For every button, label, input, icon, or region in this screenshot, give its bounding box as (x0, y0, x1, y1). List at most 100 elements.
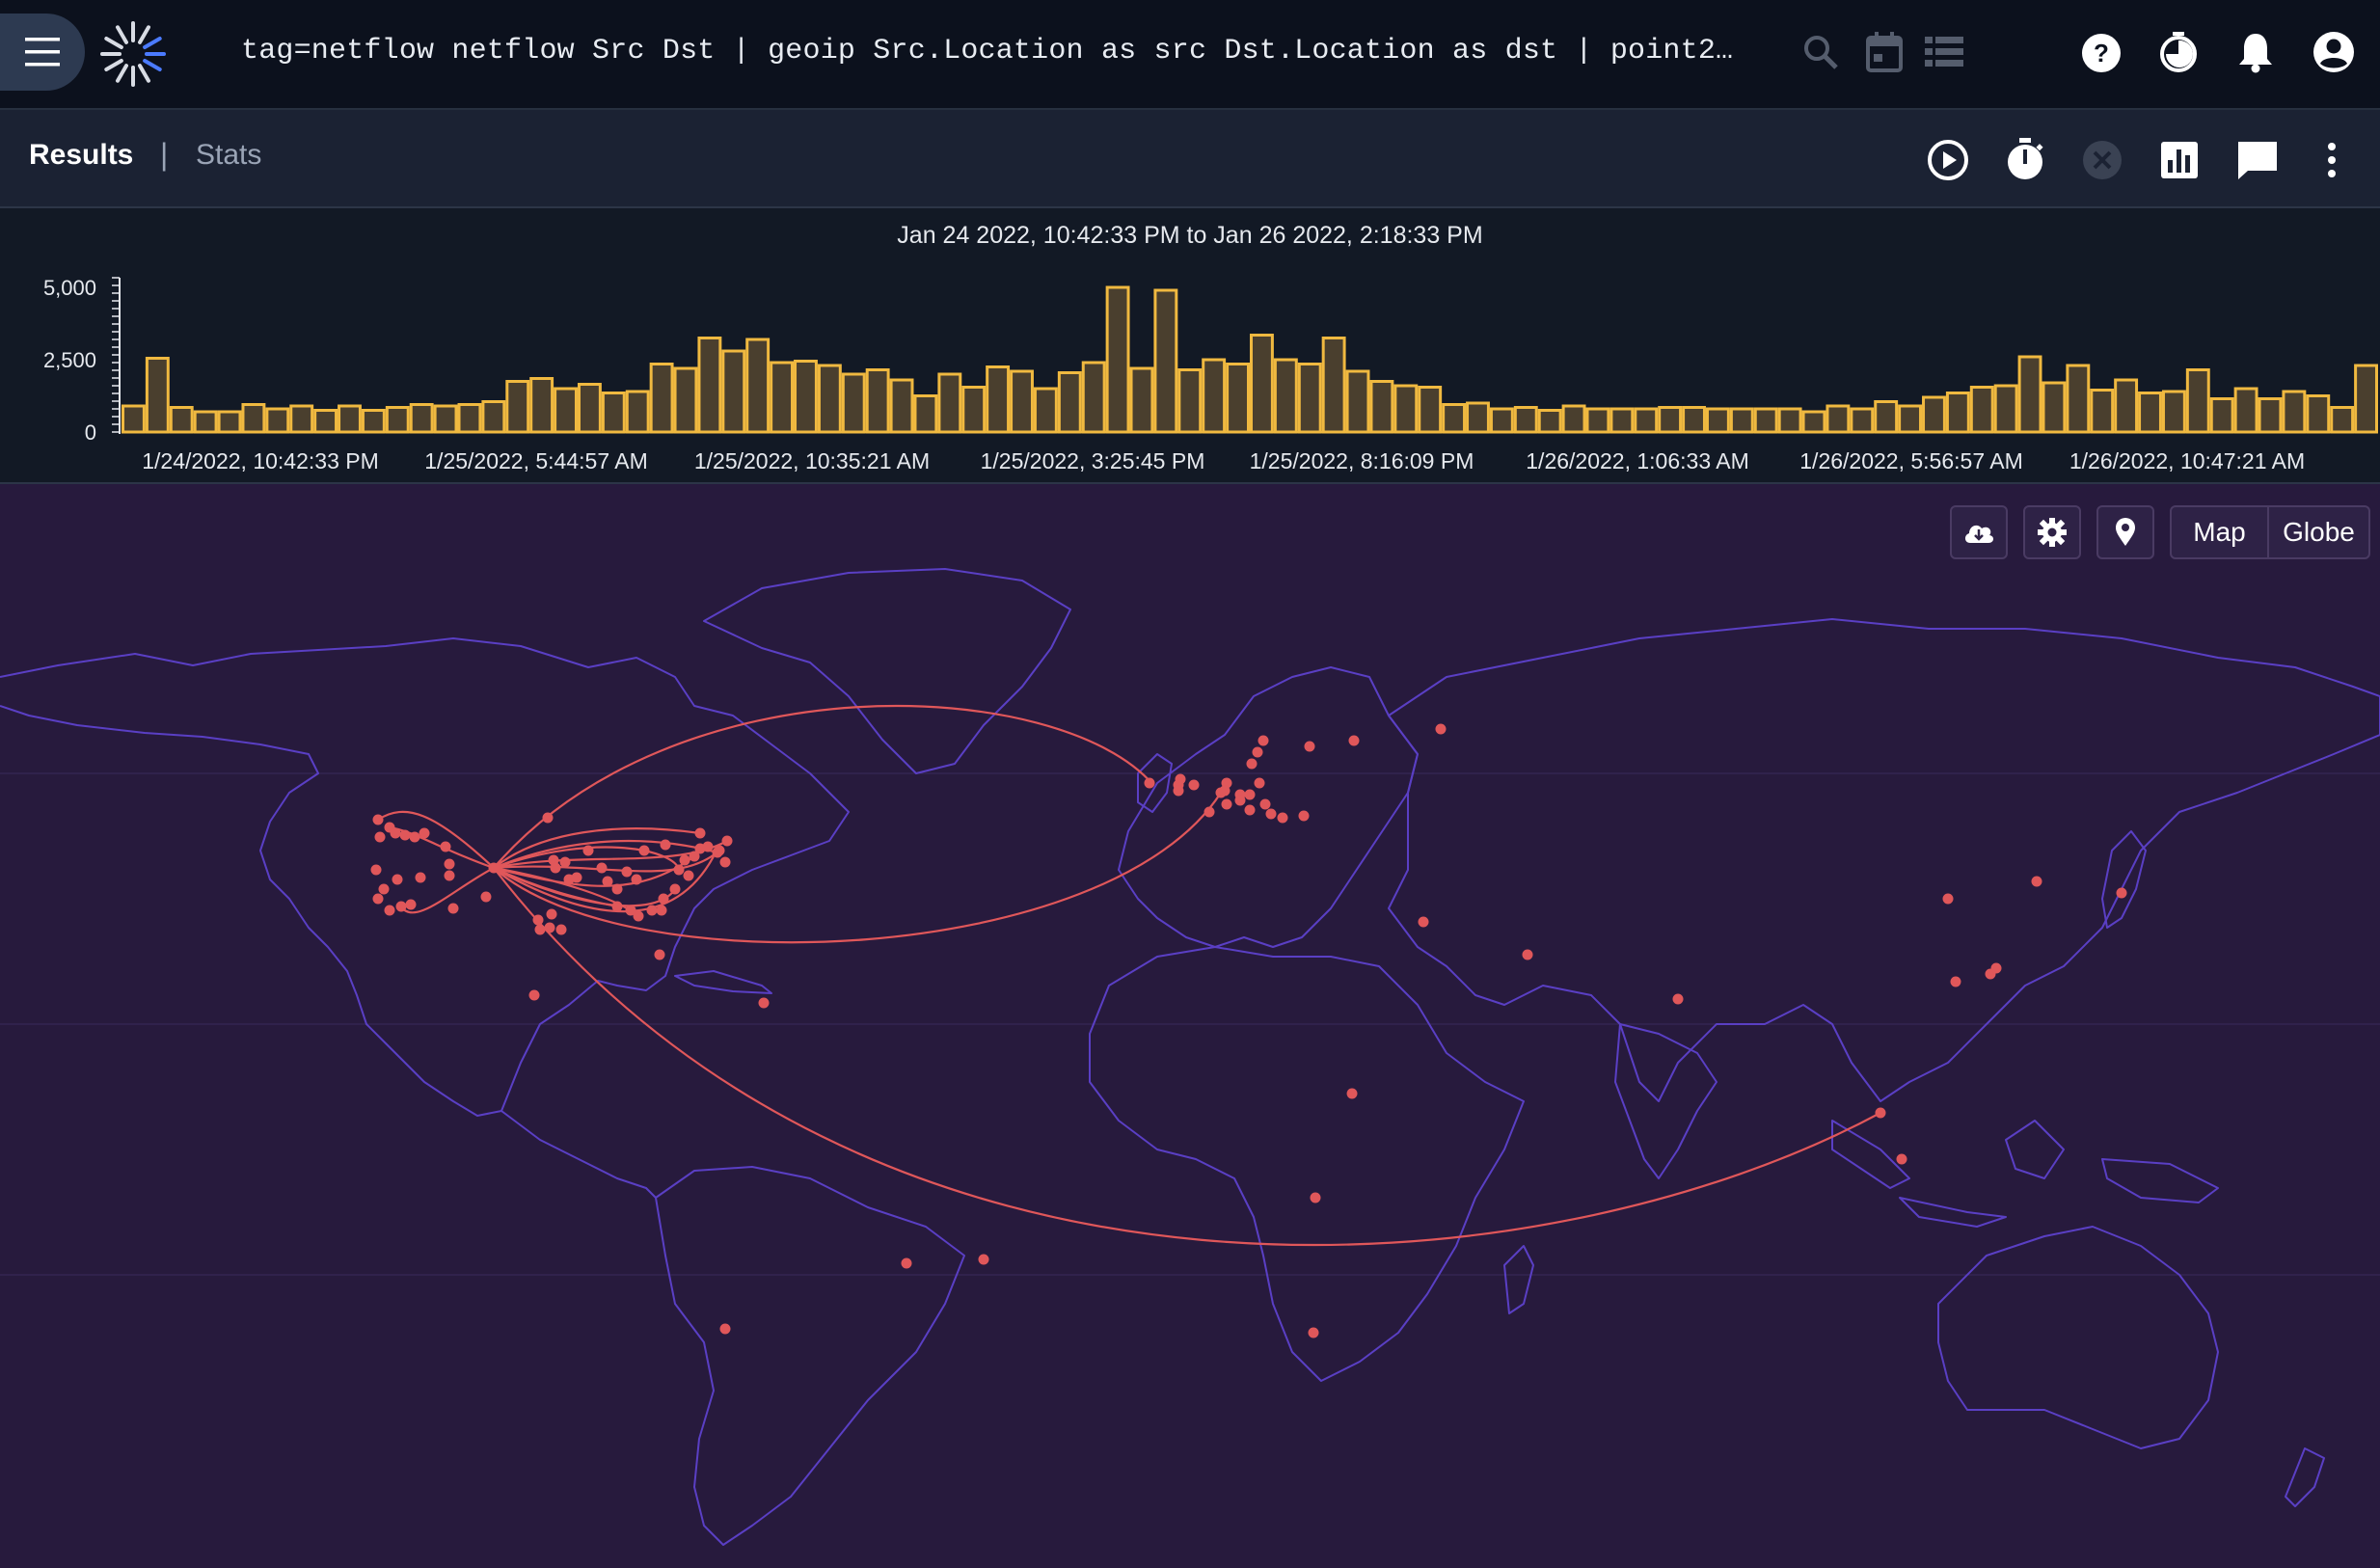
histogram-chart[interactable]: 5,000 2,500 0 1/24/2022, 10:42:33 PM 1/25/20… (0, 208, 2380, 482)
geo-point[interactable] (1310, 1192, 1321, 1203)
geo-point[interactable] (544, 922, 555, 933)
geo-point[interactable] (611, 883, 623, 895)
geo-point[interactable] (532, 914, 544, 926)
histogram-bar[interactable] (2090, 389, 2115, 434)
histogram-bar[interactable] (1489, 407, 1514, 434)
geo-point[interactable] (673, 864, 685, 876)
histogram-bar[interactable] (721, 349, 746, 434)
histogram-bar[interactable] (385, 406, 410, 434)
geo-point[interactable] (660, 839, 671, 851)
geo-point[interactable] (372, 893, 384, 905)
geo-point[interactable] (444, 858, 455, 870)
geo-point[interactable] (555, 924, 567, 935)
download-button[interactable] (1950, 505, 2008, 559)
histogram-bar[interactable] (1345, 369, 1370, 434)
histogram-bar[interactable] (1609, 407, 1635, 434)
geo-point[interactable] (1346, 1088, 1358, 1099)
histogram-bar[interactable] (745, 338, 771, 434)
histogram-bar[interactable] (433, 404, 458, 434)
geo-point[interactable] (384, 905, 395, 916)
histogram-bar[interactable] (2042, 381, 2067, 434)
histogram-bar[interactable] (1418, 386, 1443, 434)
histogram-bar[interactable] (937, 372, 962, 434)
histogram-bar[interactable] (1682, 406, 1706, 434)
geo-point[interactable] (2031, 876, 2042, 887)
geo-point[interactable] (1418, 916, 1429, 928)
geo-point[interactable] (546, 908, 557, 920)
histogram-bar[interactable] (2017, 355, 2042, 434)
geo-point[interactable] (654, 949, 665, 960)
histogram-bar[interactable] (217, 410, 242, 434)
histogram-bar[interactable] (1177, 368, 1203, 434)
histogram-bar[interactable] (1393, 384, 1419, 434)
geo-point[interactable] (378, 883, 390, 895)
histogram-bar[interactable] (2209, 397, 2234, 434)
geo-point[interactable] (638, 845, 650, 856)
geo-point[interactable] (719, 856, 731, 868)
geo-point[interactable] (658, 893, 669, 905)
histogram-bar[interactable] (241, 403, 266, 434)
histogram-bar[interactable] (1537, 409, 1562, 434)
histogram-bar[interactable] (1826, 404, 1851, 434)
histogram-bar[interactable] (1634, 407, 1659, 434)
histogram-bar[interactable] (554, 387, 578, 434)
map-view-button[interactable]: Map (2172, 507, 2270, 557)
geo-point[interactable] (444, 870, 455, 881)
histogram-bar[interactable] (2233, 387, 2258, 434)
histogram-bar[interactable] (481, 400, 506, 434)
geo-point[interactable] (1942, 893, 1954, 905)
geo-point[interactable] (1265, 808, 1277, 820)
calendar-icon[interactable] (1863, 29, 1906, 75)
histogram-bar[interactable] (338, 404, 362, 434)
histogram-bar[interactable] (1442, 403, 1467, 434)
histogram-bar[interactable] (2330, 406, 2355, 434)
histogram-bar[interactable] (1801, 410, 1826, 434)
list-icon[interactable] (1923, 31, 1965, 73)
histogram-bar[interactable] (673, 366, 698, 434)
globe-view-button[interactable]: Globe (2269, 507, 2368, 557)
geo-point[interactable] (1234, 795, 1246, 806)
tab-results[interactable]: Results (29, 139, 133, 172)
geo-point[interactable] (1990, 962, 2002, 974)
histogram-bar[interactable] (1945, 392, 1970, 434)
histogram-bar[interactable] (2354, 364, 2379, 434)
histogram-bar[interactable] (2306, 394, 2331, 434)
geo-point[interactable] (656, 905, 667, 916)
histogram-bar[interactable] (913, 394, 938, 434)
histogram-bar[interactable] (1585, 407, 1610, 434)
histogram-bar[interactable] (1297, 363, 1322, 434)
geo-point[interactable] (1144, 777, 1155, 789)
geo-point[interactable] (550, 862, 561, 874)
histogram-bar[interactable] (625, 390, 650, 434)
geo-point[interactable] (1348, 735, 1360, 746)
geo-point[interactable] (582, 845, 594, 856)
histogram-bar[interactable] (1513, 406, 1538, 434)
geo-point[interactable] (370, 864, 382, 876)
geo-point[interactable] (1246, 758, 1258, 770)
geo-point[interactable] (440, 841, 451, 852)
histogram-bar[interactable] (1898, 404, 1923, 434)
histogram-bar[interactable] (2161, 390, 2186, 434)
geo-point[interactable] (405, 899, 417, 910)
histogram-bar[interactable] (1081, 361, 1106, 434)
histogram-bar[interactable] (1057, 371, 1082, 434)
geo-point[interactable] (1298, 810, 1310, 822)
histogram-bar[interactable] (2282, 390, 2307, 434)
geo-point[interactable] (631, 874, 642, 885)
histogram-bar[interactable] (1033, 387, 1058, 434)
search-icon[interactable] (1799, 31, 1842, 73)
histogram-bar[interactable] (1561, 404, 1586, 434)
histogram-bar[interactable] (289, 404, 314, 434)
world-map[interactable] (0, 484, 2380, 1568)
geo-point[interactable] (1204, 806, 1215, 818)
geo-point[interactable] (1244, 804, 1256, 816)
geo-point[interactable] (721, 835, 733, 847)
histogram-bar[interactable] (1777, 407, 1802, 434)
geo-point[interactable] (625, 905, 636, 916)
pin-button[interactable] (2096, 505, 2154, 559)
histogram-bar[interactable] (1753, 407, 1778, 434)
geo-point[interactable] (702, 841, 714, 852)
geo-point[interactable] (1277, 812, 1288, 824)
query-text[interactable]: tag=netflow netflow Src Dst | geoip Src.… (241, 35, 1745, 68)
geo-point[interactable] (1258, 735, 1269, 746)
